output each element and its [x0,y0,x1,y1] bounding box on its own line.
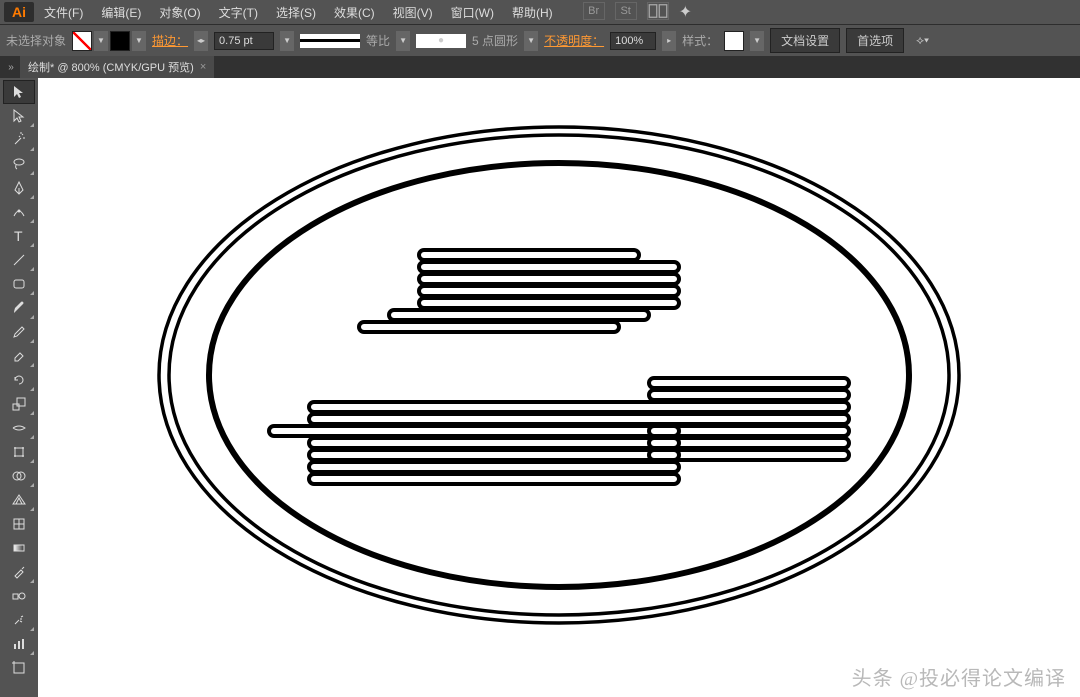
ratio-label: 等比 [366,32,390,49]
magic-wand-tool[interactable] [3,128,35,152]
stroke-style-preview[interactable] [300,34,360,48]
perspective-tool[interactable] [3,488,35,512]
canvas[interactable]: 头条 @投必得论文编译 [38,78,1080,697]
menu-type[interactable]: 文字(T) [211,2,266,23]
free-transform-tool[interactable] [3,440,35,464]
menu-file[interactable]: 文件(F) [36,2,91,23]
shape-builder-tool[interactable] [3,464,35,488]
menu-select[interactable]: 选择(S) [268,2,324,23]
rotate-tool[interactable] [3,368,35,392]
brush-profile-preview[interactable]: ● [416,34,466,48]
pen-tool[interactable] [3,176,35,200]
align-icon[interactable]: ⟡▾ [916,33,929,48]
arrange-button[interactable] [647,2,669,20]
toolbox: T [0,78,38,697]
opacity-dropdown[interactable]: ▸ [662,31,676,51]
selection-tool[interactable] [3,80,35,104]
selection-status: 未选择对象 [6,32,66,49]
pencil-tool[interactable] [3,320,35,344]
tab-overflow-icon[interactable]: » [2,57,20,77]
artboard-tool[interactable] [3,656,35,680]
fill-stroke-swatches: ▼ ▼ [72,31,146,51]
scale-tool[interactable] [3,392,35,416]
eraser-tool[interactable] [3,344,35,368]
document-tab-bar: » 绘制* @ 800% (CMYK/GPU 预览) × [0,56,1080,78]
menu-bar: Ai 文件(F) 编辑(E) 对象(O) 文字(T) 选择(S) 效果(C) 视… [0,0,1080,24]
close-tab-icon[interactable]: × [200,61,206,73]
menu-object[interactable]: 对象(O) [151,2,208,23]
stroke-stepper[interactable]: ◂▸ [194,31,208,51]
paintbrush-tool[interactable] [3,296,35,320]
control-bar: 未选择对象 ▼ ▼ 描边： ◂▸ ▼ 等比 ▼ ● 5 点圆形 ▼ 不透明度： … [0,24,1080,56]
direct-selection-tool[interactable] [3,104,35,128]
watermark-text: 头条 @投必得论文编译 [852,662,1066,691]
menubar-right: Br St ✦ [583,2,692,22]
opacity-label[interactable]: 不透明度： [544,32,604,49]
width-tool[interactable] [3,416,35,440]
stroke-swatch[interactable] [110,31,130,51]
fill-dropdown[interactable]: ▼ [94,31,108,51]
app-logo: Ai [4,2,34,22]
menu-help[interactable]: 帮助(H) [504,2,561,23]
lasso-tool[interactable] [3,152,35,176]
blend-tool[interactable] [3,584,35,608]
profile-label: 5 点圆形 [472,32,518,49]
menu-effect[interactable]: 效果(C) [326,2,383,23]
stroke-weight-dropdown[interactable]: ▼ [280,31,294,51]
line-tool[interactable] [3,248,35,272]
menu-window[interactable]: 窗口(W) [443,2,502,23]
curvature-tool[interactable] [3,200,35,224]
stock-button[interactable]: St [615,2,637,20]
document-setup-button[interactable]: 文档设置 [770,28,840,53]
sync-icon[interactable]: ✦ [679,2,692,22]
preferences-button[interactable]: 首选项 [846,28,904,53]
bridge-button[interactable]: Br [583,2,605,20]
document-tab-title: 绘制* @ 800% (CMYK/GPU 预览) [28,59,194,75]
column-graph-tool[interactable] [3,632,35,656]
document-tab[interactable]: 绘制* @ 800% (CMYK/GPU 预览) × [20,56,214,78]
symbol-sprayer-tool[interactable] [3,608,35,632]
main-area: T [0,78,1080,697]
artwork [119,95,999,655]
svg-text:T: T [14,228,23,244]
stroke-dropdown[interactable]: ▼ [132,31,146,51]
rectangle-tool[interactable] [3,272,35,296]
graphic-style-swatch[interactable] [724,31,744,51]
style-label: 样式： [682,32,718,49]
type-tool[interactable]: T [3,224,35,248]
menu-edit[interactable]: 编辑(E) [93,2,149,23]
profile-dropdown[interactable]: ▼ [524,31,538,51]
menu-view[interactable]: 视图(V) [385,2,441,23]
opacity-input[interactable] [610,32,656,50]
mesh-tool[interactable] [3,512,35,536]
eyedropper-tool[interactable] [3,560,35,584]
stroke-label[interactable]: 描边： [152,32,188,49]
gradient-tool[interactable] [3,536,35,560]
fill-swatch[interactable] [72,31,92,51]
stroke-weight-input[interactable] [214,32,274,50]
style-dropdown[interactable]: ▼ [750,31,764,51]
ratio-dropdown[interactable]: ▼ [396,31,410,51]
